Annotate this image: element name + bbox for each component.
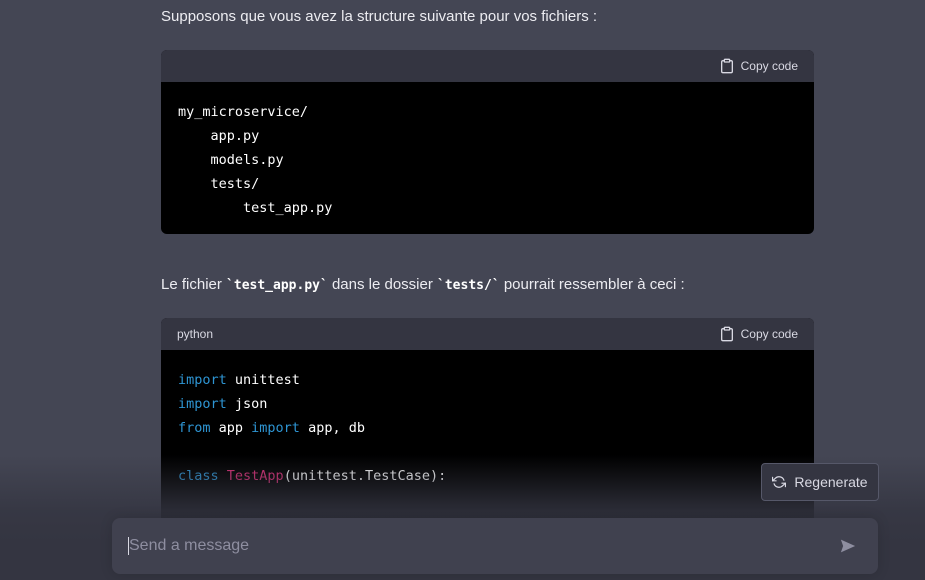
code-keyword: from bbox=[178, 420, 211, 436]
code-block-structure: Copy code my_microservice/ app.py models… bbox=[161, 50, 814, 234]
code-keyword: import bbox=[251, 420, 300, 436]
send-icon bbox=[840, 539, 856, 553]
code-keyword: class bbox=[178, 468, 219, 484]
code-text: app bbox=[210, 420, 252, 436]
message-text: dans le dossier bbox=[327, 276, 438, 293]
code-content: my_microservice/ app.py models.py tests/… bbox=[161, 82, 814, 234]
code-keyword: import bbox=[178, 396, 227, 412]
clipboard-icon bbox=[720, 58, 733, 74]
code-header: python Copy code bbox=[161, 318, 814, 350]
regenerate-button[interactable]: Regenerate bbox=[761, 463, 879, 501]
code-line: app.py bbox=[178, 128, 260, 144]
code-line: tests/ bbox=[178, 176, 260, 192]
code-class-name: TestApp bbox=[226, 468, 284, 484]
inline-code-filename: `test_app.py` bbox=[226, 278, 328, 293]
message-composer bbox=[112, 518, 878, 574]
code-line: import json bbox=[178, 392, 797, 416]
regenerate-label: Regenerate bbox=[794, 474, 868, 490]
code-text: json bbox=[226, 396, 268, 412]
code-block-python: python Copy code import unittest import j… bbox=[161, 318, 814, 528]
code-content: import unittest import json from app impor… bbox=[161, 350, 814, 506]
code-line: test_app.py bbox=[178, 200, 333, 216]
copy-code-label: Copy code bbox=[740, 59, 798, 73]
inline-code-folder: `tests/` bbox=[437, 278, 500, 293]
message-text: pourrait ressembler à ceci : bbox=[499, 276, 685, 293]
code-line: models.py bbox=[178, 152, 284, 168]
copy-code-button[interactable]: Copy code bbox=[719, 58, 798, 74]
code-language-label: python bbox=[177, 327, 214, 341]
refresh-icon bbox=[772, 476, 787, 488]
code-line: class TestApp(unittest.TestCase): bbox=[178, 464, 797, 488]
intro-message: Supposons que vous avez la structure sui… bbox=[161, 8, 598, 25]
code-line: import unittest bbox=[178, 368, 797, 392]
copy-code-button[interactable]: Copy code bbox=[719, 326, 798, 342]
code-header: Copy code bbox=[161, 50, 814, 82]
message-input[interactable] bbox=[128, 537, 834, 555]
code-keyword: import bbox=[178, 372, 227, 388]
second-message: Le fichier `test_app.py` dans le dossier… bbox=[161, 274, 685, 297]
send-button[interactable] bbox=[834, 532, 862, 560]
code-text: unittest bbox=[226, 372, 300, 388]
code-text: app, db bbox=[299, 420, 365, 436]
code-line: my_microservice/ bbox=[178, 104, 309, 120]
code-line: from app import app, db bbox=[178, 416, 797, 440]
copy-code-label: Copy code bbox=[740, 327, 798, 341]
code-text: (unittest.TestCase): bbox=[283, 468, 447, 484]
message-text: Le fichier bbox=[161, 276, 227, 293]
clipboard-icon bbox=[720, 326, 733, 342]
